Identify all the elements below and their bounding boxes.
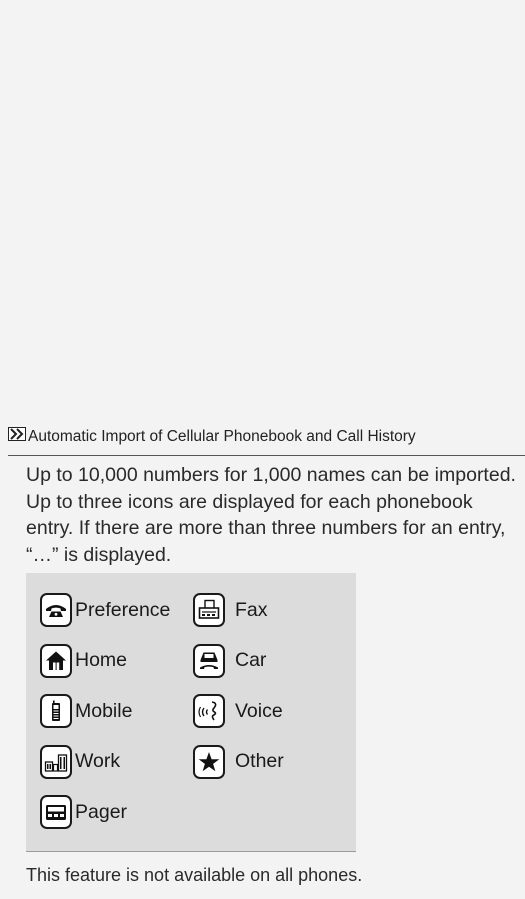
legend-item-preference: Preference	[40, 585, 193, 636]
legend-label-voice: Voice	[235, 699, 283, 722]
section-header: Automatic Import of Cellular Phonebook a…	[8, 427, 416, 446]
mobile-phone-icon	[40, 694, 72, 729]
legend-label-work: Work	[75, 750, 121, 773]
voice-icon	[193, 694, 225, 729]
legend-item-fax: Fax	[193, 585, 343, 636]
availability-note: This feature is not available on all pho…	[26, 865, 363, 885]
legend-item-work: Work	[40, 737, 193, 788]
legend-label-other: Other	[235, 750, 284, 773]
fax-icon	[193, 593, 225, 628]
pager-icon	[40, 795, 72, 830]
legend-item-pager: Pager	[40, 787, 193, 838]
legend-item-mobile: Mobile	[40, 686, 193, 737]
legend-label-pager: Pager	[75, 800, 128, 823]
legend-label-car: Car	[235, 649, 267, 672]
double-chevron-right-icon	[8, 427, 26, 446]
office-building-icon	[40, 744, 72, 779]
description-paragraph: Up to 10,000 numbers for 1,000 names can…	[26, 464, 516, 566]
legend-item-home: Home	[40, 636, 193, 687]
legend-label-mobile: Mobile	[75, 699, 133, 722]
legend-label-preference: Preference	[75, 598, 171, 621]
house-icon	[40, 643, 72, 678]
header-divider	[8, 455, 525, 456]
legend-item-other: Other	[193, 737, 343, 788]
legend-label-home: Home	[75, 649, 128, 672]
legend-item-voice: Voice	[193, 686, 343, 737]
legend-item-car: Car	[193, 636, 343, 687]
phonebook-icon-legend: Preference Fax Home Car Mobile Voice Wor…	[26, 573, 356, 852]
section-title: Automatic Import of Cellular Phonebook a…	[28, 427, 416, 445]
telephone-icon	[40, 593, 72, 628]
legend-label-fax: Fax	[235, 598, 268, 621]
star-icon	[193, 744, 225, 779]
car-phone-icon	[193, 643, 225, 678]
